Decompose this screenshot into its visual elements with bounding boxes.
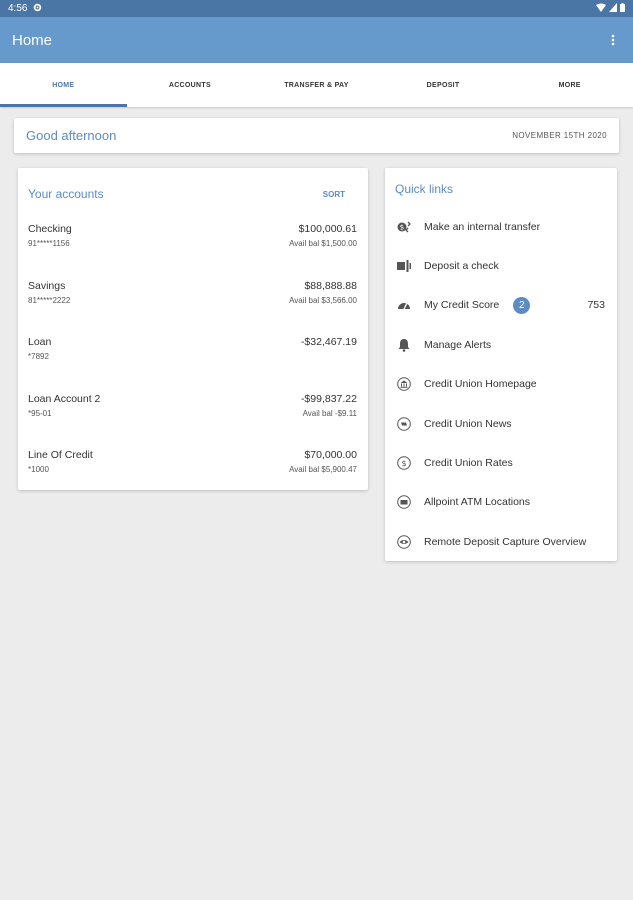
wifi-icon [596, 3, 606, 15]
quick-links-card: Quick links $ Make an internal transfer … [385, 168, 617, 561]
quick-link-label: Allpoint ATM Locations [424, 496, 531, 509]
overflow-menu-icon[interactable] [605, 34, 621, 46]
app-bar: Home [0, 17, 633, 63]
account-balance: $70,000.00 [304, 449, 357, 461]
quick-link-cu-homepage[interactable]: Credit Union Homepage [385, 365, 617, 404]
account-balance: $100,000.61 [298, 223, 357, 235]
tab-transfer-pay[interactable]: TRANSFER & PAY [253, 63, 380, 107]
quick-link-label: My Credit Score [424, 299, 500, 312]
dollar-icon: $ [397, 456, 411, 470]
tab-deposit[interactable]: DEPOSIT [380, 63, 507, 107]
gauge-icon [397, 298, 411, 312]
account-available: Avail bal $5,900.47 [289, 465, 357, 474]
greeting-date: NOVEMBER 15TH 2020 [512, 131, 607, 140]
svg-text:$: $ [400, 223, 404, 231]
quick-link-cu-rates[interactable]: $ Credit Union Rates [385, 443, 617, 482]
account-number: *7892 [28, 352, 49, 361]
page-title: Home [12, 31, 53, 49]
transfer-icon: $ [397, 220, 411, 234]
account-available: Avail bal -$9.11 [302, 408, 357, 418]
account-available: Avail bal $1,500.00 [289, 239, 357, 248]
eye-icon [397, 535, 411, 549]
account-row-savings[interactable]: Savings 81*****2222 $88,888.88 Avail bal… [18, 263, 368, 320]
quick-link-deposit-check[interactable]: Deposit a check [385, 246, 617, 285]
tab-bar: HOME ACCOUNTS TRANSFER & PAY DEPOSIT MOR… [0, 63, 633, 107]
bank-icon [397, 377, 411, 392]
sort-button[interactable]: SORT [323, 190, 345, 199]
check-deposit-icon [397, 259, 411, 273]
quick-link-label: Manage Alerts [424, 338, 492, 351]
account-balance: -$99,837.22 [300, 392, 357, 405]
account-number: 81*****2222 [28, 295, 71, 305]
account-name: Savings [28, 279, 66, 292]
quick-link-cu-news[interactable]: Credit Union News [385, 404, 617, 443]
account-name: Loan Account 2 [28, 392, 101, 405]
settings-gear-icon [33, 3, 42, 15]
news-icon [397, 416, 411, 431]
account-name: Line Of Credit [28, 449, 93, 461]
svg-text:$: $ [401, 459, 406, 468]
quick-link-label: Remote Deposit Capture Overview [424, 535, 587, 548]
account-row-checking[interactable]: Checking 91*****1156 $100,000.61 Avail b… [18, 206, 368, 263]
quick-link-label: Deposit a check [424, 260, 499, 273]
tab-more[interactable]: MORE [506, 63, 633, 107]
tab-accounts[interactable]: ACCOUNTS [127, 63, 254, 107]
tab-home[interactable]: HOME [0, 63, 127, 107]
greeting-card: Good afternoon NOVEMBER 15TH 2020 [14, 118, 619, 153]
quick-link-label: Credit Union News [424, 417, 512, 430]
account-number: 91*****1156 [28, 239, 70, 248]
battery-icon [620, 2, 625, 15]
status-bar: 4:56 [0, 0, 633, 17]
accounts-header: Your accounts SORT [18, 168, 368, 206]
credit-score-value: 753 [587, 299, 605, 312]
account-available: Avail bal $3,566.00 [289, 295, 357, 305]
account-number: *95-01 [28, 408, 52, 418]
account-balance: $88,888.88 [304, 279, 357, 292]
credit-score-badge: 2 [513, 296, 531, 314]
quick-link-label: Make an internal transfer [424, 220, 541, 233]
account-name: Loan [28, 336, 52, 348]
quick-link-remote-deposit-overview[interactable]: Remote Deposit Capture Overview [385, 522, 617, 561]
account-balance: -$32,467.19 [300, 336, 357, 348]
account-number: *1000 [28, 465, 49, 474]
quick-link-internal-transfer[interactable]: $ Make an internal transfer [385, 207, 617, 246]
account-row-loan-account-2[interactable]: Loan Account 2 *95-01 -$99,837.22 Avail … [18, 376, 368, 433]
quick-link-credit-score[interactable]: My Credit Score 2 753 [385, 286, 617, 325]
account-row-line-of-credit[interactable]: Line Of Credit *1000 $70,000.00 Avail ba… [18, 432, 368, 489]
quick-link-atm-locations[interactable]: Allpoint ATM Locations [385, 483, 617, 522]
account-name: Checking [28, 223, 72, 235]
accounts-title: Your accounts [28, 187, 104, 201]
quick-link-label: Credit Union Rates [424, 457, 513, 470]
greeting-text: Good afternoon [26, 128, 117, 143]
quick-links-title: Quick links [395, 182, 454, 196]
account-row-loan[interactable]: Loan *7892 -$32,467.19 [18, 319, 368, 376]
bell-icon [397, 338, 411, 352]
atm-icon [397, 495, 411, 510]
quick-link-label: Credit Union Homepage [424, 378, 537, 391]
accounts-card: Your accounts SORT Checking 91*****1156 … [18, 168, 368, 490]
status-time: 4:56 [8, 3, 28, 14]
signal-icon [609, 2, 617, 15]
quick-link-manage-alerts[interactable]: Manage Alerts [385, 325, 617, 364]
